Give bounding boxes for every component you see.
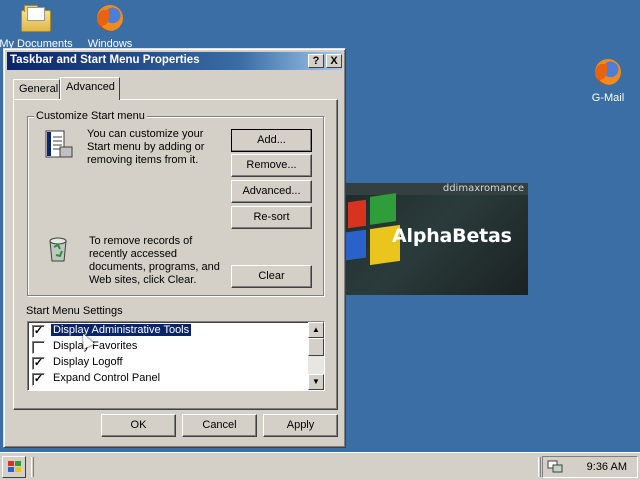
settings-label: Start Menu Settings: [26, 305, 123, 317]
checkbox[interactable]: ✓: [32, 325, 45, 338]
start-button[interactable]: [2, 456, 26, 478]
tray-grip[interactable]: [538, 457, 541, 477]
desktop-icon-gmail[interactable]: G-Mail: [570, 56, 640, 104]
customize-group-label: Customize Start menu: [34, 110, 147, 122]
remove-button[interactable]: Remove...: [231, 154, 312, 177]
start-menu-list-icon: [44, 129, 74, 159]
checkbox[interactable]: ✓: [32, 373, 45, 386]
add-button[interactable]: Add...: [231, 129, 312, 152]
windows-logo-icon: [8, 461, 22, 473]
desktop-icon-label: G-Mail: [591, 92, 625, 104]
system-tray: 9:36 AM: [542, 456, 638, 478]
tab-advanced[interactable]: Advanced: [60, 77, 120, 100]
cancel-button[interactable]: Cancel: [182, 414, 257, 437]
advanced-button[interactable]: Advanced...: [231, 180, 312, 203]
wallpaper-banner: ddimaxromance AlphaBetas: [346, 183, 528, 295]
taskbar-properties-dialog: Taskbar and Start Menu Properties ? X Ge…: [3, 48, 346, 448]
banner-title: AlphaBetas: [392, 225, 512, 247]
list-scrollbar[interactable]: ▲ ▼: [308, 322, 324, 390]
desktop-icon-my-documents[interactable]: My Documents: [0, 2, 74, 50]
firefox-icon: [592, 56, 624, 88]
close-button[interactable]: X: [326, 54, 342, 68]
list-item-label: Display Logoff: [53, 356, 123, 368]
network-icon[interactable]: [547, 460, 563, 474]
clear-description: To remove records of recently accessed d…: [89, 235, 220, 286]
dialog-title: Taskbar and Start Menu Properties: [10, 54, 200, 66]
tab-general[interactable]: General: [13, 79, 60, 99]
clock[interactable]: 9:36 AM: [587, 461, 627, 473]
banner-tag: ddimaxromance: [442, 183, 524, 194]
scroll-thumb[interactable]: [308, 338, 324, 356]
taskbar: 9:36 AM: [0, 452, 640, 480]
resort-button[interactable]: Re-sort: [231, 206, 312, 229]
scroll-up-icon[interactable]: ▲: [308, 322, 324, 338]
taskbar-grip[interactable]: [31, 457, 34, 477]
customize-description: You can customize your Start menu by add…: [87, 128, 205, 166]
scroll-down-icon[interactable]: ▼: [308, 374, 324, 390]
firefox-icon: [94, 2, 126, 34]
help-button[interactable]: ?: [308, 54, 324, 68]
apply-button[interactable]: Apply: [263, 414, 338, 437]
desktop-icon-windows[interactable]: Windows: [72, 2, 148, 50]
checkbox[interactable]: ✓: [32, 357, 45, 370]
ok-button[interactable]: OK: [101, 414, 176, 437]
list-item-label: Display Administrative Tools: [49, 323, 193, 337]
clear-button[interactable]: Clear: [231, 265, 312, 288]
recycle-icon: [42, 233, 74, 265]
list-item-label: Expand Control Panel: [53, 372, 161, 384]
checkbox[interactable]: [32, 341, 45, 354]
list-item-label: Display Favorites: [53, 340, 138, 352]
start-menu-settings-list[interactable]: ✓ Display Administrative Tools Display F…: [27, 321, 325, 391]
folder-icon: [20, 2, 52, 34]
title-bar[interactable]: Taskbar and Start Menu Properties ? X: [7, 52, 342, 70]
